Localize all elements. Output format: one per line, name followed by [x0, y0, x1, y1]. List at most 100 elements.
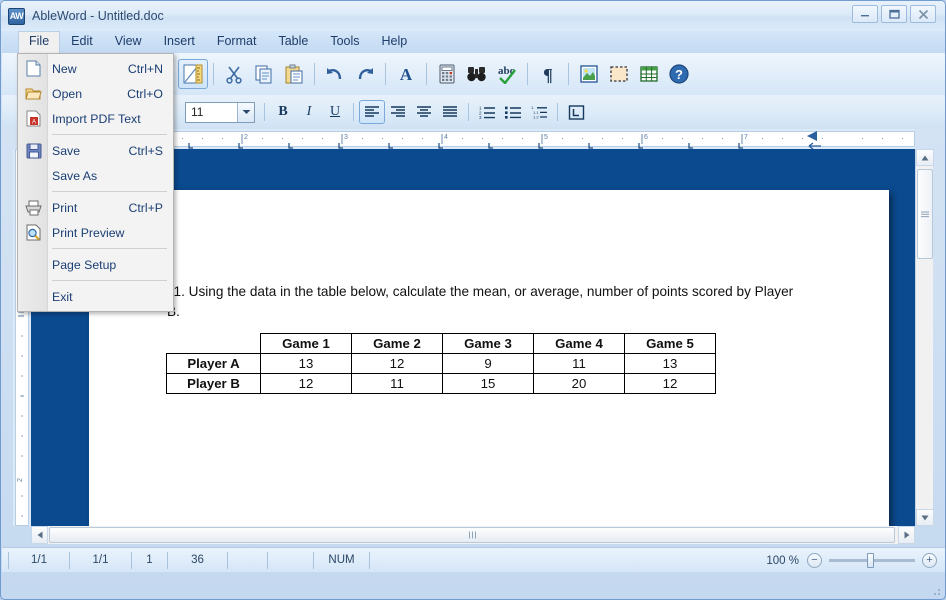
- menu-file[interactable]: File: [18, 31, 61, 53]
- table-corner-cell: [166, 333, 261, 354]
- align-justify-button[interactable]: [437, 100, 463, 124]
- maximize-button[interactable]: [881, 5, 907, 23]
- cut-scissors-icon[interactable]: [219, 59, 249, 89]
- multilevel-list-button[interactable]: 1. 1.1 1.2: [526, 100, 552, 124]
- minimize-button[interactable]: [852, 5, 878, 23]
- svg-text:6: 6: [644, 134, 648, 141]
- menu-format[interactable]: Format: [206, 31, 268, 53]
- table-cell: 12: [351, 353, 443, 374]
- file-menu-item-open[interactable]: Open Ctrl+O: [18, 81, 173, 106]
- undo-arrow-icon[interactable]: [320, 59, 350, 89]
- underline-button[interactable]: U: [322, 100, 348, 124]
- status-section: 1/1: [70, 551, 132, 569]
- zoom-in-button[interactable]: +: [922, 553, 937, 568]
- svg-text:1.2: 1.2: [533, 114, 539, 119]
- file-menu-item-exit[interactable]: Exit: [18, 284, 173, 309]
- svg-text:4: 4: [444, 134, 448, 141]
- scroll-left-button[interactable]: [31, 526, 48, 544]
- table-col-header: Game 3: [442, 333, 534, 354]
- insert-table-icon[interactable]: [634, 59, 664, 89]
- status-spare-2: [268, 551, 314, 569]
- menu-edit[interactable]: Edit: [60, 31, 104, 53]
- svg-text:A: A: [400, 65, 413, 84]
- file-menu-item-page-setup[interactable]: Page Setup: [18, 252, 173, 277]
- file-menu-item-save[interactable]: Save Ctrl+S: [18, 138, 173, 163]
- status-num-indicator: NUM: [314, 551, 370, 569]
- document-page[interactable]: 11. Using the data in the table below, c…: [89, 190, 889, 526]
- file-menu-separator: [52, 248, 167, 249]
- toolbar-separator: [385, 63, 386, 85]
- table-row: Player B 12 11 15 20 12: [166, 373, 716, 394]
- table-cell: 12: [624, 373, 716, 394]
- align-left-button[interactable]: [359, 100, 385, 124]
- page-setup-icon[interactable]: [178, 59, 208, 89]
- italic-button[interactable]: I: [296, 100, 322, 124]
- vertical-scrollbar[interactable]: [915, 149, 934, 526]
- bold-button[interactable]: B: [270, 100, 296, 124]
- window-resize-grip[interactable]: [930, 585, 942, 597]
- file-menu-accel: Ctrl+S: [128, 143, 163, 158]
- scroll-up-button[interactable]: [916, 149, 934, 166]
- align-center-button[interactable]: [411, 100, 437, 124]
- font-letter-a-icon[interactable]: A: [391, 59, 421, 89]
- file-menu-item-save-as[interactable]: Save As: [18, 163, 173, 188]
- copy-icon[interactable]: [249, 59, 279, 89]
- chevron-down-icon[interactable]: [237, 102, 254, 122]
- toolbar-separator: [213, 63, 214, 85]
- paste-clipboard-icon[interactable]: [279, 59, 309, 89]
- table-cell: 20: [533, 373, 625, 394]
- document-table[interactable]: Game 1 Game 2 Game 3 Game 4 Game 5 Playe…: [166, 333, 716, 394]
- toolbar-separator: [568, 63, 569, 85]
- font-size-combobox[interactable]: 11: [185, 101, 255, 123]
- menu-insert[interactable]: Insert: [153, 31, 206, 53]
- insert-field-button[interactable]: [563, 100, 589, 124]
- calculator-icon[interactable]: [432, 59, 462, 89]
- close-button[interactable]: [910, 5, 936, 23]
- bullet-list-button[interactable]: [500, 100, 526, 124]
- redo-arrow-icon[interactable]: [350, 59, 380, 89]
- menu-bar: File Edit View Insert Format Table Tools…: [2, 31, 945, 53]
- file-menu-label: Page Setup: [52, 257, 117, 272]
- insert-textbox-icon[interactable]: [604, 59, 634, 89]
- vertical-scroll-thumb[interactable]: [917, 169, 933, 259]
- file-menu-item-import-pdf[interactable]: A Import PDF Text: [18, 106, 173, 131]
- underline-label: U: [329, 104, 341, 119]
- print-preview-icon: [23, 223, 44, 242]
- file-menu-label: New: [52, 61, 77, 76]
- scroll-down-button[interactable]: [916, 509, 934, 526]
- file-menu-item-print-preview[interactable]: Print Preview: [18, 220, 173, 245]
- font-size-input[interactable]: 11: [186, 105, 237, 119]
- binoculars-find-icon[interactable]: [462, 59, 492, 89]
- status-column: 36: [168, 551, 228, 569]
- file-menu-item-print[interactable]: Print Ctrl+P: [18, 195, 173, 220]
- document-paragraph[interactable]: 11. Using the data in the table below, c…: [167, 282, 807, 322]
- file-menu-label: Print Preview: [52, 225, 125, 240]
- file-menu-item-new[interactable]: New Ctrl+N: [18, 56, 173, 81]
- file-menu-label: Save: [52, 143, 81, 158]
- scroll-right-button[interactable]: [898, 526, 915, 544]
- align-right-button[interactable]: [385, 100, 411, 124]
- insert-image-icon[interactable]: [574, 59, 604, 89]
- ableword-window: AW AbleWord - Untitled.doc File Edit Vie…: [0, 0, 946, 600]
- toolbar-separator: [557, 103, 558, 121]
- file-menu-separator: [52, 280, 167, 281]
- horizontal-scrollbar[interactable]: [31, 526, 915, 544]
- horizontal-scroll-thumb[interactable]: [49, 527, 895, 543]
- menu-tools[interactable]: Tools: [319, 31, 370, 53]
- zoom-slider-track[interactable]: [829, 553, 915, 568]
- toolbar-separator: [264, 103, 265, 121]
- table-row: Player A 13 12 9 11 13: [166, 353, 716, 374]
- svg-text:3: 3: [344, 134, 348, 141]
- zoom-slider-thumb[interactable]: [867, 553, 874, 568]
- help-question-icon[interactable]: ?: [664, 59, 694, 89]
- svg-text:¶: ¶: [543, 65, 553, 84]
- menu-help[interactable]: Help: [371, 31, 419, 53]
- spellcheck-abc-icon[interactable]: abc: [492, 59, 522, 89]
- file-menu-dropdown[interactable]: New Ctrl+N Open Ctrl+O A Import PDF Text…: [17, 53, 174, 312]
- pilcrow-paragraph-icon[interactable]: ¶: [533, 59, 563, 89]
- menu-table[interactable]: Table: [267, 31, 319, 53]
- file-menu-label: Print: [52, 200, 78, 215]
- zoom-out-button[interactable]: −: [807, 553, 822, 568]
- menu-view[interactable]: View: [104, 31, 153, 53]
- numbered-list-button[interactable]: 1 2 3: [474, 100, 500, 124]
